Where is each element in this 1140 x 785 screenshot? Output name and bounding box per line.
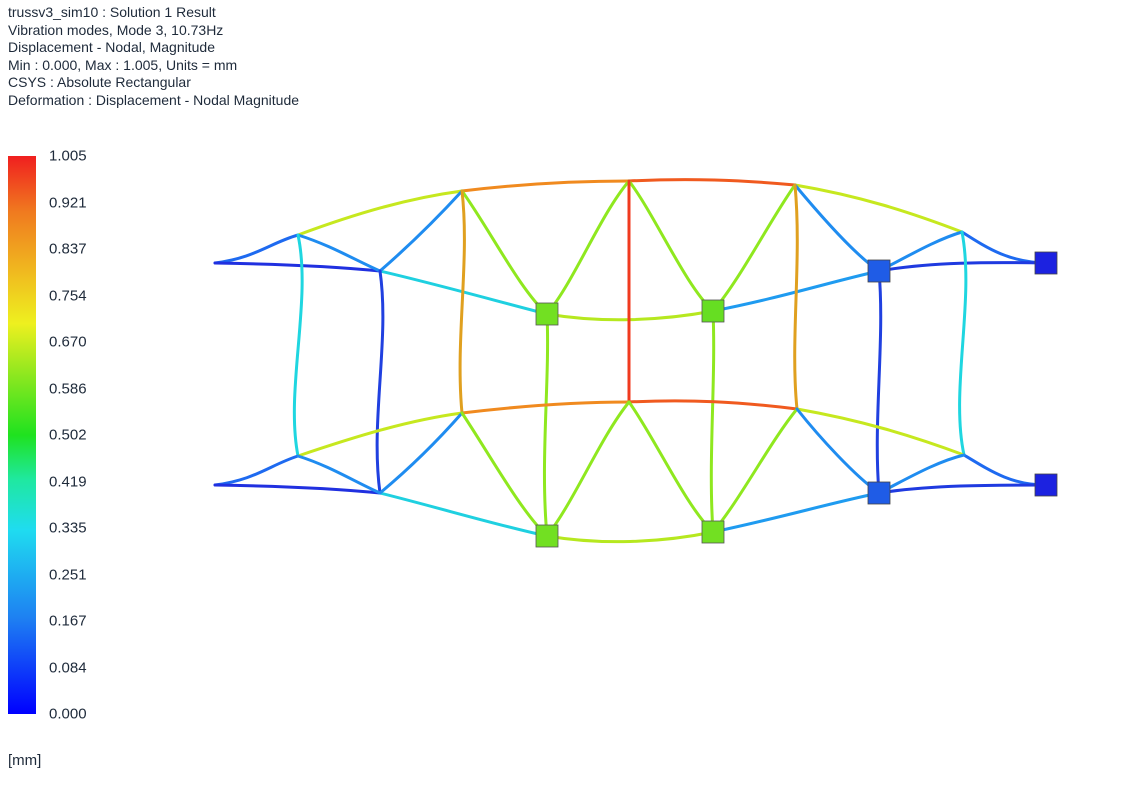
truss-member (793, 183, 964, 234)
truss-member (793, 183, 799, 411)
truss-member (378, 491, 549, 538)
truss-member (213, 483, 382, 495)
truss-member (795, 407, 966, 457)
truss-member (962, 453, 1048, 487)
truss-member (545, 530, 715, 544)
truss-member (795, 407, 881, 495)
truss-member (545, 400, 631, 538)
node-marker (535, 302, 559, 326)
truss-member (378, 411, 464, 495)
truss-member (542, 312, 550, 538)
truss-member (709, 309, 716, 534)
truss-member (296, 189, 464, 237)
truss-member (378, 189, 464, 273)
truss-member (960, 230, 1048, 265)
truss-member (627, 179, 715, 313)
node-marker (701, 520, 725, 544)
node-marker (535, 524, 559, 548)
truss-member (877, 261, 1048, 273)
node-marker (1034, 251, 1058, 275)
truss-member (711, 407, 799, 534)
truss-member (627, 178, 797, 187)
truss-member (375, 269, 385, 495)
node-marker (701, 299, 725, 323)
truss-member (627, 400, 715, 534)
truss-member (460, 179, 631, 193)
truss-member (793, 183, 881, 273)
truss-member (545, 179, 631, 316)
node-marker (1034, 473, 1058, 497)
truss-member (458, 189, 466, 415)
node-marker (867, 481, 891, 505)
truss-member (711, 183, 797, 313)
truss-member (296, 411, 464, 458)
truss-member (877, 483, 1048, 495)
truss-deformed-model[interactable] (0, 0, 1140, 785)
truss-member (213, 233, 300, 265)
truss-member (292, 233, 304, 458)
truss-member (875, 269, 883, 495)
truss-member (213, 261, 382, 273)
truss-member (958, 230, 968, 457)
node-marker (867, 259, 891, 283)
truss-member (213, 454, 300, 487)
